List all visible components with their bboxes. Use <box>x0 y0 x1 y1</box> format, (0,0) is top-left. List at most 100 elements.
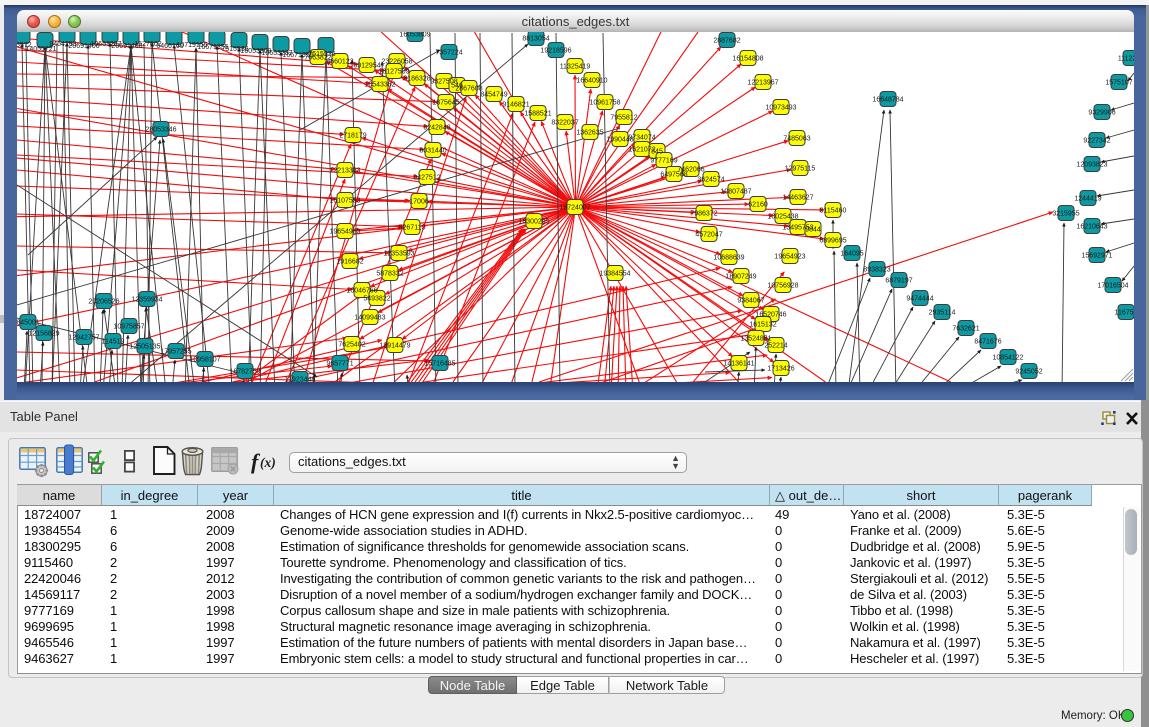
svg-text:18914479: 18914479 <box>379 343 410 350</box>
svg-text:3215955: 3215955 <box>1052 211 1079 218</box>
svg-text:3624574: 3624574 <box>697 177 724 184</box>
svg-text:1615132: 1615132 <box>749 322 776 329</box>
svg-text:2935114: 2935114 <box>929 310 956 317</box>
svg-text:14136141: 14136141 <box>723 361 754 368</box>
svg-text:845001: 845001 <box>17 320 40 327</box>
svg-text:8186328: 8186328 <box>403 76 430 83</box>
svg-text:9734074: 9734074 <box>628 135 655 142</box>
svg-text:18127509: 18127509 <box>378 69 409 76</box>
svg-text:6899695: 6899695 <box>819 238 846 245</box>
svg-text:8938323: 8938323 <box>863 267 890 274</box>
svg-text:19654923: 19654923 <box>774 254 805 261</box>
svg-text:19384554: 19384554 <box>599 271 630 278</box>
svg-text:10958107: 10958107 <box>189 357 220 364</box>
svg-text:7462066: 7462066 <box>677 167 704 174</box>
svg-text:12213967: 12213967 <box>747 80 778 87</box>
svg-text:17016504: 17016504 <box>1097 283 1128 290</box>
svg-text:14463627: 14463627 <box>782 195 813 202</box>
svg-text:19654963: 19654963 <box>329 229 360 236</box>
svg-text:17006: 17006 <box>409 199 429 206</box>
svg-text:28053346: 28053346 <box>145 127 176 134</box>
svg-text:8322037: 8322037 <box>551 120 578 127</box>
svg-text:17957255: 17957255 <box>160 349 191 356</box>
svg-text:12359934: 12359934 <box>131 297 162 304</box>
svg-text:15692971: 15692971 <box>1081 253 1112 260</box>
svg-text:10807487: 10807487 <box>720 189 751 196</box>
svg-text:18300295: 18300295 <box>518 219 549 226</box>
svg-text:10688639: 10688639 <box>713 255 744 262</box>
svg-text:13524851: 13524851 <box>740 336 771 343</box>
svg-text:12505135: 12505135 <box>129 344 160 351</box>
svg-text:20206526: 20206526 <box>88 299 119 306</box>
svg-text:252214: 252214 <box>764 343 787 350</box>
svg-text:10973493: 10973493 <box>765 105 796 112</box>
svg-text:10543382: 10543382 <box>364 82 395 89</box>
svg-text:9427512: 9427512 <box>413 175 440 182</box>
svg-text:7485063: 7485063 <box>783 136 810 143</box>
svg-text:10854122: 10854122 <box>992 355 1023 362</box>
svg-text:8471676: 8471676 <box>974 339 1001 346</box>
svg-text:62160: 62160 <box>748 202 768 209</box>
svg-text:9329906: 9329906 <box>1088 110 1115 117</box>
svg-text:2887682: 2887682 <box>713 38 740 45</box>
svg-text:845: 845 <box>651 149 663 156</box>
svg-text:9474444: 9474444 <box>906 296 933 303</box>
svg-text:2718179: 2718179 <box>339 133 366 140</box>
svg-text:12942757: 12942757 <box>68 335 99 342</box>
svg-text:5878332: 5878332 <box>376 271 403 278</box>
svg-text:7625402: 7625402 <box>338 342 365 349</box>
svg-text:12156829: 12156829 <box>28 331 59 338</box>
svg-text:8454749: 8454749 <box>480 92 507 99</box>
svg-text:1112205: 1112205 <box>1118 56 1134 63</box>
svg-text:16154808: 16154808 <box>732 56 763 63</box>
svg-text:1713426: 1713426 <box>767 366 794 373</box>
svg-text:16520746: 16520746 <box>755 312 786 319</box>
svg-text:11325419: 11325419 <box>560 64 591 71</box>
svg-text:11923448: 11923448 <box>285 377 316 383</box>
svg-text:9777169: 9777169 <box>650 158 677 165</box>
svg-text:16053809: 16053809 <box>399 32 430 39</box>
svg-text:7986372: 7986372 <box>690 211 717 218</box>
svg-text:14099483: 14099483 <box>354 315 385 322</box>
svg-text:9146821: 9146821 <box>502 102 529 109</box>
svg-text:16107553: 16107553 <box>329 198 360 205</box>
svg-text:12353593: 12353593 <box>383 251 414 258</box>
svg-text:1362635: 1362635 <box>576 130 603 137</box>
svg-text:6879197: 6879197 <box>885 278 912 285</box>
svg-text:9242848: 9242848 <box>423 125 450 132</box>
svg-text:10025438: 10025438 <box>767 214 798 221</box>
svg-text:10975857: 10975857 <box>113 324 144 331</box>
svg-text:1875645: 1875645 <box>432 100 459 107</box>
svg-text:9384067: 9384067 <box>737 298 764 305</box>
svg-text:2867608: 2867608 <box>455 86 482 93</box>
svg-text:164095: 164095 <box>840 251 863 258</box>
svg-text:10961758: 10961758 <box>589 100 620 107</box>
svg-text:9227342: 9227342 <box>1083 138 1110 145</box>
svg-text:19218596: 19218596 <box>540 48 571 55</box>
svg-text:1588521: 1588521 <box>524 111 551 118</box>
svg-text:12213383: 12213383 <box>329 168 360 175</box>
svg-text:8660123: 8660123 <box>326 59 353 66</box>
svg-text:15716485: 15716485 <box>424 361 455 368</box>
svg-text:1575107: 1575107 <box>1105 80 1132 87</box>
svg-text:16782759: 16782759 <box>229 369 260 376</box>
svg-text:9245052: 9245052 <box>1015 369 1042 376</box>
svg-text:1244419: 1244419 <box>1074 196 1101 203</box>
svg-text:18907249: 18907249 <box>725 274 756 281</box>
svg-text:18724007: 18724007 <box>559 205 590 212</box>
svg-text:12975115: 12975115 <box>785 166 816 173</box>
svg-text:10046766: 10046766 <box>346 288 377 295</box>
svg-text:114519: 114519 <box>102 339 125 346</box>
svg-text:16210643: 16210643 <box>1076 224 1107 231</box>
svg-text:12093823: 12093823 <box>1076 162 1107 169</box>
svg-text:4572047: 4572047 <box>695 232 722 239</box>
svg-text:116753: 116753 <box>1115 310 1134 317</box>
svg-text:3912954: 3912954 <box>353 63 380 70</box>
svg-text:10756928: 10756928 <box>767 283 798 290</box>
svg-text:23226058: 23226058 <box>381 59 412 66</box>
svg-text:16648784: 16648784 <box>872 97 903 104</box>
svg-text:(x): (x) <box>260 455 276 470</box>
svg-text:16640910: 16640910 <box>576 78 607 85</box>
svg-text:9844: 9844 <box>805 227 821 234</box>
svg-text:7632621: 7632621 <box>952 326 979 333</box>
